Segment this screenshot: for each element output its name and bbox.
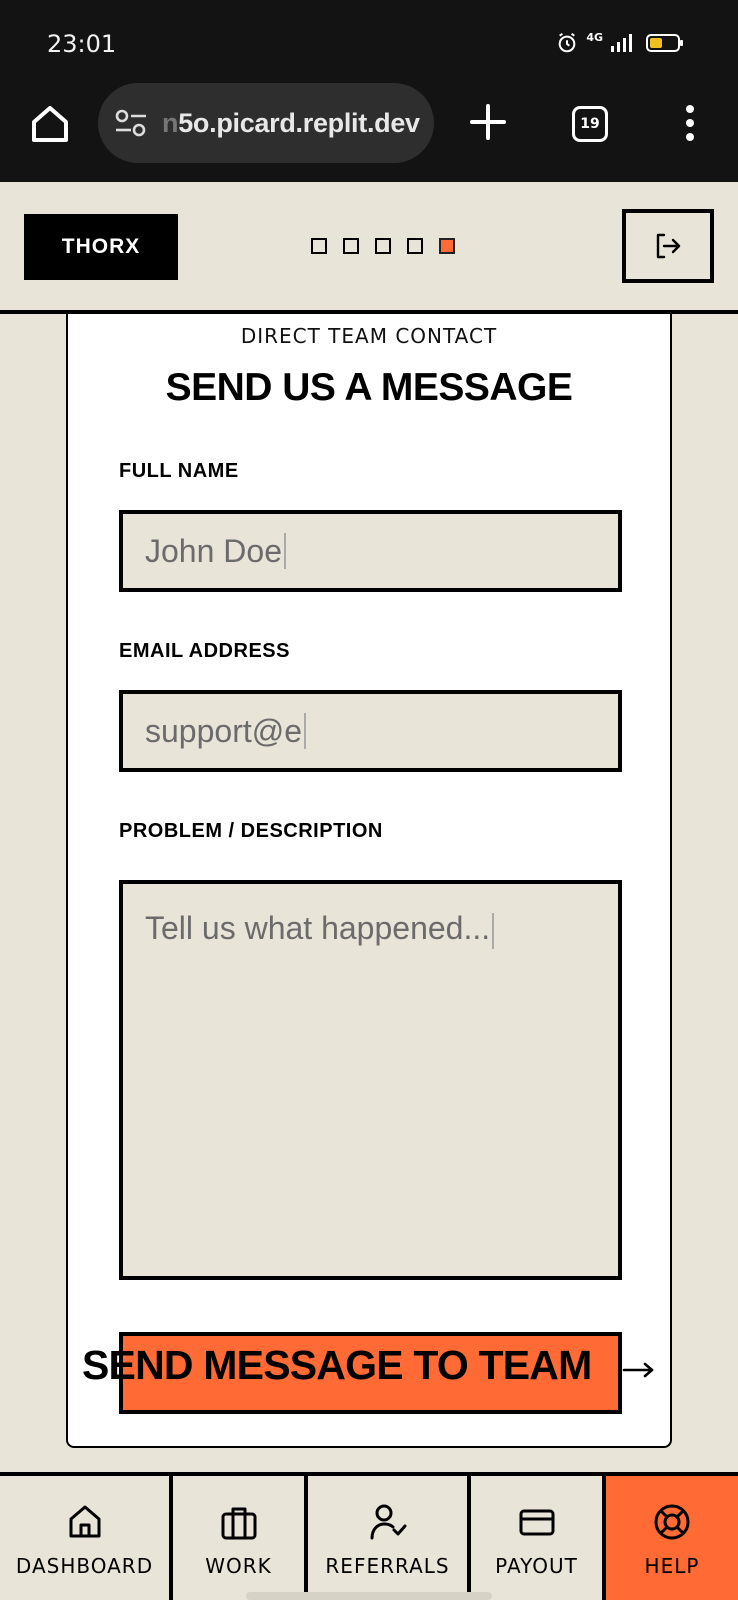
full-name-label: FULL NAME bbox=[119, 460, 239, 482]
progress-indicator bbox=[311, 238, 455, 254]
browser-home-icon[interactable] bbox=[28, 102, 72, 146]
signal-icon bbox=[611, 34, 632, 52]
logout-button[interactable] bbox=[622, 209, 714, 283]
progress-step bbox=[439, 238, 455, 254]
nav-item-help[interactable]: HELP bbox=[606, 1476, 738, 1600]
user-check-icon bbox=[370, 1504, 406, 1540]
status-time: 23:01 bbox=[47, 30, 117, 58]
alarm-icon bbox=[558, 32, 576, 53]
url-text[interactable]: n5o.picard.replit.dev bbox=[162, 108, 420, 139]
page-title: SEND US A MESSAGE bbox=[165, 366, 573, 409]
email-input[interactable]: support@e bbox=[119, 690, 622, 772]
nav-label-help: HELP bbox=[644, 1554, 700, 1578]
nav-label-referrals: REFERRALS bbox=[325, 1554, 450, 1578]
description-placeholder: Tell us what happened... bbox=[145, 910, 491, 946]
home-icon bbox=[69, 1505, 100, 1538]
gesture-bar bbox=[246, 1592, 492, 1600]
logout-icon bbox=[656, 233, 681, 259]
nav-item-dashboard[interactable]: DASHBOARD bbox=[0, 1476, 173, 1600]
progress-step bbox=[343, 238, 359, 254]
progress-step bbox=[311, 238, 327, 254]
nav-label-work: WORK bbox=[205, 1554, 272, 1578]
email-label: EMAIL ADDRESS bbox=[119, 640, 290, 662]
app-header: THORX bbox=[0, 182, 738, 314]
status-icons: 4G bbox=[556, 30, 683, 54]
arrow-right-icon bbox=[622, 1362, 654, 1378]
description-textarea[interactable]: Tell us what happened... bbox=[119, 880, 622, 1280]
contact-form-card: DIRECT TEAM CONTACT SEND US A MESSAGE FU… bbox=[66, 314, 672, 1448]
nav-item-work[interactable]: WORK bbox=[173, 1476, 308, 1600]
email-placeholder: support@e bbox=[145, 712, 303, 749]
status-bar: 23:01 4G bbox=[0, 0, 738, 80]
life-buoy-icon bbox=[654, 1504, 690, 1540]
submit-button-label[interactable]: SEND MESSAGE TO TEAM bbox=[82, 1342, 592, 1389]
nav-label-payout: PAYOUT bbox=[495, 1554, 578, 1578]
progress-step bbox=[407, 238, 423, 254]
logo[interactable]: THORX bbox=[24, 214, 178, 280]
plus-icon[interactable] bbox=[466, 100, 510, 144]
card-eyebrow: DIRECT TEAM CONTACT bbox=[240, 324, 498, 348]
battery-icon bbox=[646, 34, 683, 52]
nav-item-referrals[interactable]: REFERRALS bbox=[308, 1476, 471, 1600]
nav-item-payout[interactable]: PAYOUT bbox=[471, 1476, 606, 1600]
browser-toolbar: n5o.picard.replit.dev 19 bbox=[0, 80, 738, 182]
full-name-input[interactable]: John Doe bbox=[119, 510, 622, 592]
more-menu-icon[interactable] bbox=[680, 103, 700, 143]
full-name-placeholder: John Doe bbox=[145, 532, 282, 569]
nav-label-dashboard: DASHBOARD bbox=[15, 1554, 154, 1578]
tab-switcher-button[interactable]: 19 bbox=[572, 106, 608, 142]
bottom-nav: DASHBOARD WORK REFERRALS PAYOUT HELP bbox=[0, 1472, 738, 1600]
briefcase-icon bbox=[221, 1507, 256, 1540]
address-bar[interactable]: n5o.picard.replit.dev bbox=[98, 83, 434, 163]
site-settings-icon[interactable] bbox=[114, 108, 148, 138]
network-type: 4G bbox=[586, 30, 603, 44]
description-label: PROBLEM / DESCRIPTION bbox=[119, 820, 383, 842]
progress-step bbox=[375, 238, 391, 254]
credit-card-icon bbox=[519, 1509, 554, 1536]
